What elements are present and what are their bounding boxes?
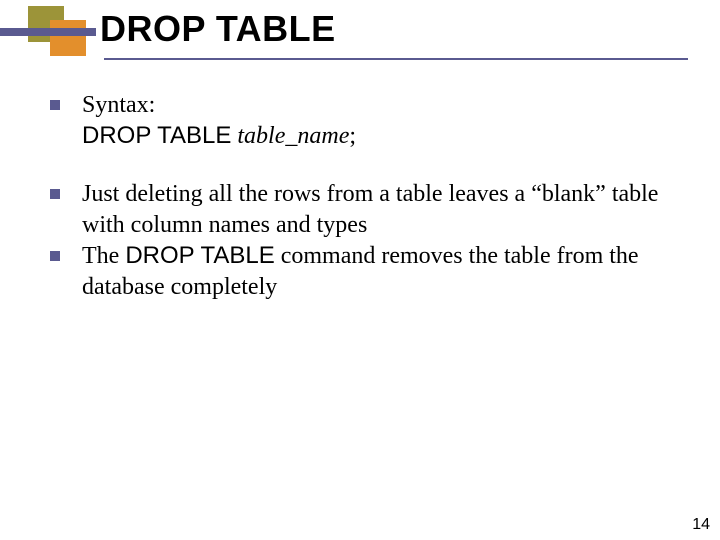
square-bullet-icon (50, 189, 60, 199)
slide-title: DROP TABLE (100, 8, 690, 50)
syntax-lead: Syntax: (82, 92, 155, 118)
bullet3-inline-command: DROP TABLE (125, 242, 274, 269)
list-item: Just deleting all the rows from a table … (50, 179, 686, 240)
bullet-text: Just deleting all the rows from a table … (82, 179, 686, 240)
square-bullet-icon (50, 100, 60, 110)
bullet-text: The DROP TABLE command removes the table… (82, 241, 686, 302)
page-number: 14 (692, 516, 710, 534)
syntax-tail: ; (349, 123, 356, 149)
list-item: Syntax: DROP TABLE table_name; (50, 90, 686, 151)
bullet-text: Syntax: DROP TABLE table_name; (82, 90, 686, 151)
syntax-argument: table_name (237, 123, 349, 149)
list-item: The DROP TABLE command removes the table… (50, 241, 686, 302)
slide-corner-decoration (0, 0, 100, 50)
slide-title-block: DROP TABLE (100, 8, 690, 50)
slide-body: Syntax: DROP TABLE table_name; Just dele… (50, 90, 686, 330)
square-bullet-icon (50, 251, 60, 261)
syntax-command: DROP TABLE (82, 122, 231, 149)
bullet3-before: The (82, 243, 125, 269)
bullet2-text: Just deleting all the rows from a table … (82, 181, 658, 238)
title-underline (104, 58, 688, 60)
